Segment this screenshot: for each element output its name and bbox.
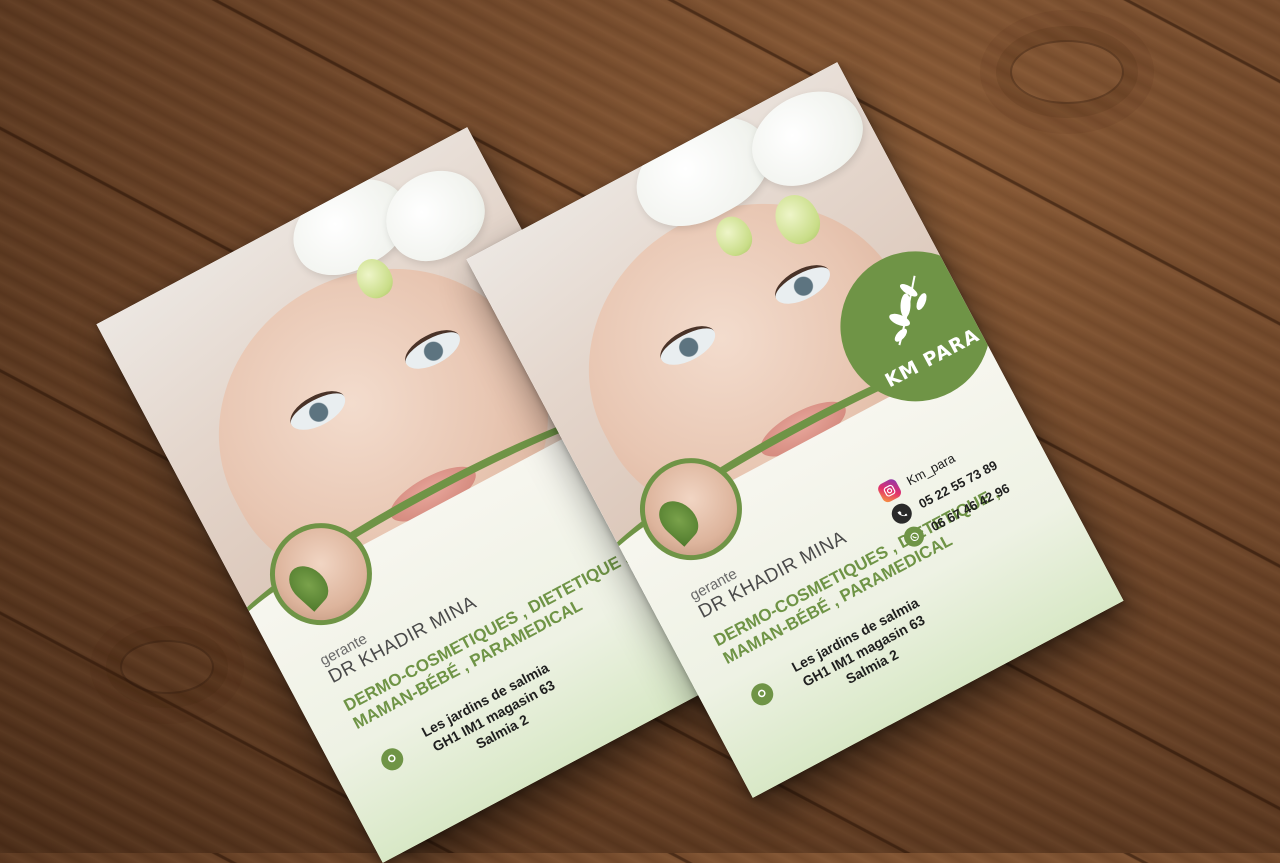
eye [284,383,352,438]
eye [769,257,837,312]
eye [654,318,722,373]
wood-knot [1010,40,1124,104]
wood-knot [120,640,214,694]
leaf-icon [651,493,706,547]
leaf-icon [281,558,336,612]
eye [399,322,467,377]
